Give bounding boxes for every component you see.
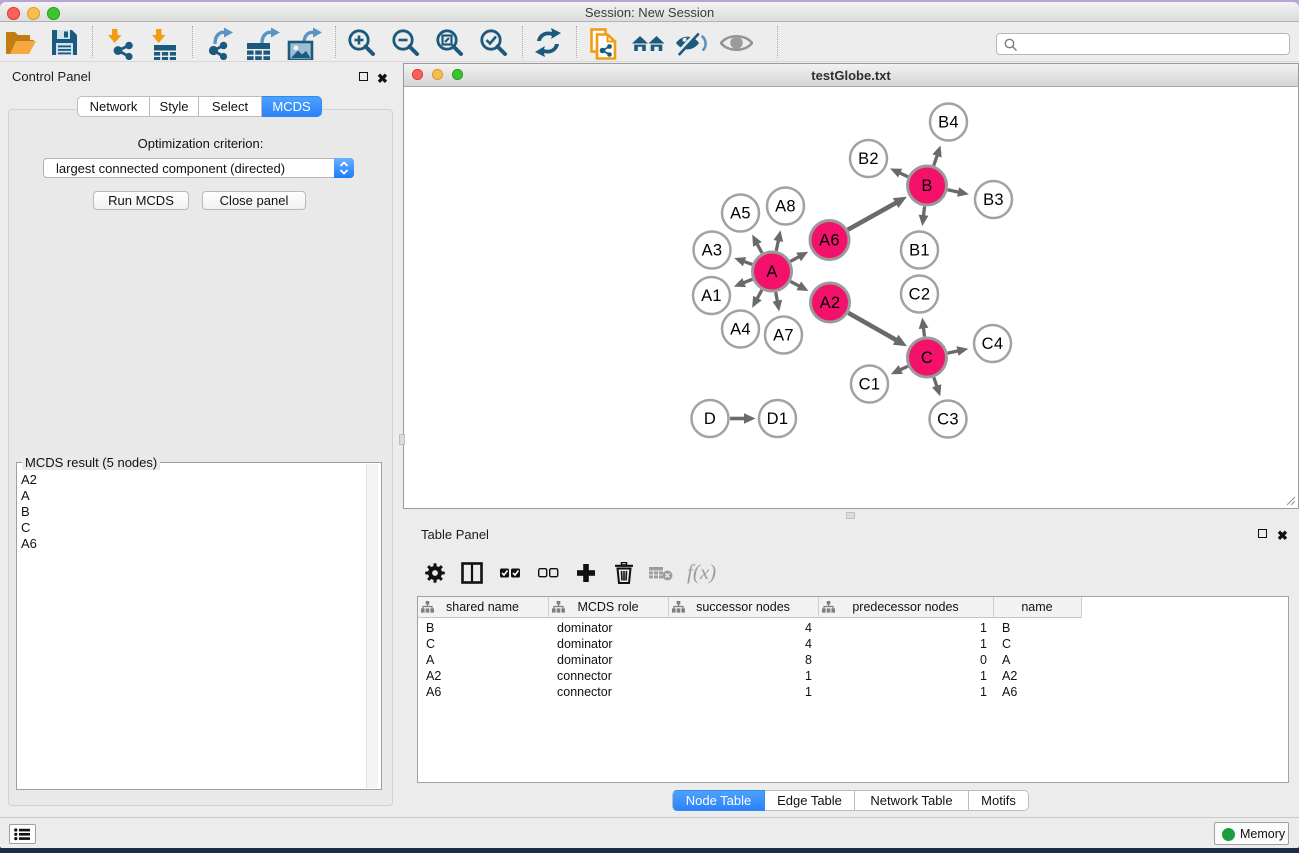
svg-text:B1: B1 bbox=[909, 242, 930, 260]
svg-text:A4: A4 bbox=[730, 321, 751, 339]
svg-text:A7: A7 bbox=[773, 327, 794, 345]
svg-text:C: C bbox=[921, 349, 933, 367]
svg-text:A3: A3 bbox=[702, 242, 723, 260]
svg-text:A6: A6 bbox=[819, 232, 840, 250]
svg-text:A1: A1 bbox=[701, 287, 722, 305]
svg-text:B4: B4 bbox=[938, 114, 959, 132]
svg-text:B: B bbox=[921, 177, 932, 195]
svg-text:C1: C1 bbox=[859, 376, 881, 394]
svg-text:C2: C2 bbox=[909, 286, 931, 304]
svg-text:C4: C4 bbox=[982, 335, 1004, 353]
svg-text:B2: B2 bbox=[858, 150, 879, 168]
svg-text:A2: A2 bbox=[820, 294, 841, 312]
svg-text:B3: B3 bbox=[983, 191, 1004, 209]
svg-text:C3: C3 bbox=[937, 411, 959, 429]
svg-text:D1: D1 bbox=[767, 410, 789, 428]
svg-text:A: A bbox=[766, 263, 777, 281]
svg-text:D: D bbox=[704, 410, 716, 428]
svg-text:A8: A8 bbox=[775, 198, 796, 216]
svg-text:A5: A5 bbox=[730, 205, 751, 223]
